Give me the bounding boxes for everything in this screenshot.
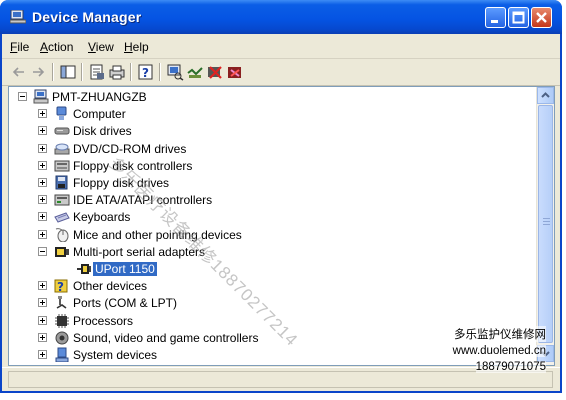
tree-node-label: UPort 1150 [93, 262, 157, 276]
port-icon [56, 296, 67, 310]
tree-root-label: PMT-ZHUANGZB [52, 90, 147, 104]
expand-toggle[interactable] [38, 160, 47, 170]
tree-node-label: System devices [73, 348, 158, 362]
expand-toggle[interactable] [38, 212, 47, 222]
update-driver-icon[interactable] [186, 63, 204, 81]
menu-label-rest: iew [95, 40, 114, 54]
device-tree-pane[interactable]: PMT-ZHUANGZB Computer Disk drives DVD/CD-RO… [8, 86, 555, 366]
collapse-toggle[interactable] [38, 246, 47, 256]
expand-toggle[interactable] [38, 298, 47, 308]
expand-toggle[interactable] [38, 109, 47, 119]
expand-toggle[interactable] [38, 126, 47, 136]
toolbar-separator [159, 63, 161, 81]
mouse-icon [55, 227, 69, 242]
forward-arrow-icon[interactable] [29, 63, 47, 81]
menu-bar: File Action View Help [2, 34, 560, 59]
tree-node-label: Ports (COM & LPT) [73, 296, 178, 311]
expand-toggle[interactable] [38, 281, 47, 291]
chevron-up-icon [541, 92, 550, 98]
cd-rom-icon [54, 143, 70, 155]
serial-adapter-icon [55, 246, 69, 257]
menu-accelerator: A [40, 40, 49, 54]
scrollbar-thumb[interactable] [538, 105, 553, 343]
back-arrow-icon[interactable] [10, 63, 28, 81]
serial-port-device-icon [77, 264, 91, 274]
root-computer-icon [33, 89, 49, 104]
minimize-icon [491, 20, 498, 23]
ide-controller-icon [54, 194, 70, 206]
floppy-drive-icon [55, 175, 68, 190]
menu-file[interactable]: File [10, 40, 29, 54]
help-icon[interactable]: ? [137, 63, 155, 81]
close-button[interactable] [531, 7, 552, 28]
expand-toggle[interactable] [38, 315, 47, 325]
tree-node-label: Other devices [73, 279, 148, 294]
tree-node-label: Floppy disk drives [73, 176, 170, 190]
svg-text:?: ? [142, 66, 149, 80]
tree-node-label: IDE ATA/ATAPI controllers [73, 193, 213, 208]
tree-node-label: Keyboards [73, 210, 131, 225]
print-icon[interactable] [108, 63, 126, 81]
floppy-controller-icon [54, 160, 70, 172]
status-panel [8, 371, 553, 388]
uninstall-device-icon[interactable] [226, 63, 244, 81]
tree-node-label: Disk drives [73, 124, 132, 139]
keyboard-icon [54, 212, 70, 224]
tree-node-label: Sound, video and game controllers [73, 330, 259, 345]
system-devices-icon [55, 347, 69, 362]
maximize-button[interactable] [508, 7, 529, 28]
tree-node-label: DVD/CD-ROM drives [73, 141, 187, 156]
toolbar: ? [2, 59, 560, 86]
tree-node-label: Mice and other pointing devices [73, 227, 242, 242]
expand-toggle[interactable] [38, 332, 47, 342]
watermark-line-1: 多乐监护仪维修网 [454, 326, 546, 342]
menu-label-rest: ile [17, 40, 30, 54]
menu-action[interactable]: Action [40, 40, 73, 54]
menu-view[interactable]: View [88, 40, 114, 54]
sound-icon [55, 331, 69, 345]
collapse-toggle[interactable] [18, 92, 27, 101]
show-hide-console-tree-icon[interactable] [59, 63, 77, 81]
window-title: Device Manager [32, 9, 142, 25]
toolbar-separator [81, 63, 83, 81]
scan-hardware-changes-icon[interactable] [166, 63, 184, 81]
tree-node-label: Multi-port serial adapters [73, 244, 206, 259]
thumb-grip-line [543, 224, 550, 225]
expand-toggle[interactable] [38, 178, 47, 187]
properties-icon[interactable] [88, 63, 106, 81]
maximize-icon [512, 11, 525, 24]
svg-text:?: ? [57, 280, 64, 293]
device-manager-app-icon [10, 10, 26, 24]
disk-drive-icon [54, 127, 70, 135]
close-icon [536, 12, 547, 23]
menu-accelerator: V [88, 40, 96, 54]
expand-toggle[interactable] [38, 195, 47, 205]
thumb-grip-line [543, 221, 550, 222]
computer-icon [56, 106, 67, 121]
watermark-line-2: www.duolemed.cn [452, 345, 546, 357]
minimize-button[interactable] [485, 7, 506, 28]
tree-node-label: Processors [73, 313, 134, 328]
menu-label-rest: elp [132, 40, 149, 54]
disable-device-icon[interactable] [206, 63, 224, 81]
expand-toggle[interactable] [38, 350, 47, 359]
tree-node-label: Floppy disk controllers [73, 158, 193, 173]
scroll-up-button[interactable] [537, 87, 554, 104]
menu-label-rest: ction [48, 40, 74, 54]
title-bar[interactable]: Device Manager [0, 0, 562, 34]
toolbar-separator [52, 63, 54, 81]
menu-accelerator: H [124, 40, 133, 54]
toolbar-separator [130, 63, 132, 81]
menu-help[interactable]: Help [124, 40, 149, 54]
expand-toggle[interactable] [38, 143, 47, 153]
thumb-grip-line [543, 218, 550, 219]
expand-toggle[interactable] [38, 229, 47, 239]
watermark-line-3: 18879071075 [475, 361, 546, 373]
vertical-scrollbar[interactable] [536, 87, 554, 365]
unknown-device-icon: ? [54, 279, 68, 293]
processor-icon [55, 313, 69, 328]
tree-node-label: Computer [73, 107, 126, 122]
